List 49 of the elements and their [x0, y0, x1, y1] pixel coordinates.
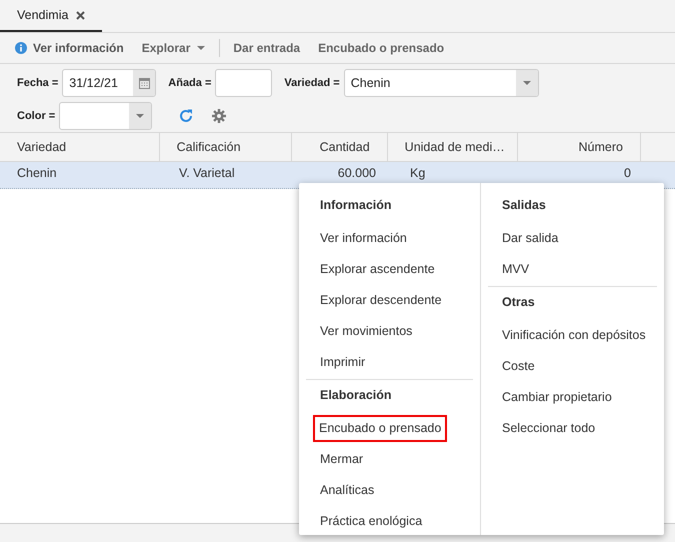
table-cell-text: 0 — [623, 165, 632, 182]
column-header[interactable]: Calificación — [160, 133, 292, 161]
info-icon — [15, 42, 27, 54]
table-cell-text: V. Varietal — [178, 165, 236, 182]
menu-item[interactable]: Imprimir — [313, 347, 473, 378]
column-header[interactable]: Número — [518, 133, 641, 161]
column-header[interactable]: Cantidad — [292, 133, 388, 161]
close-icon[interactable] — [76, 10, 86, 20]
year-field[interactable] — [215, 69, 272, 97]
settings-icon — [212, 109, 226, 123]
menu-item[interactable]: Dar salida — [495, 223, 657, 254]
menu-item[interactable]: Cambiar propietario — [495, 382, 657, 413]
menu-item[interactable]: MVV — [495, 254, 657, 285]
menu-item[interactable]: Analíticas — [313, 475, 473, 506]
menu-item[interactable]: Coste — [495, 351, 657, 382]
menu-item[interactable]: Mermar — [313, 444, 473, 475]
date-field[interactable]: 31/12/21 — [62, 69, 156, 97]
menu-heading: Otras — [501, 294, 536, 311]
menu-item[interactable]: Seleccionar todo — [495, 413, 657, 444]
menu-item[interactable]: Ver información — [313, 223, 473, 254]
toolbar-button[interactable]: Encubado o prensado — [309, 36, 454, 60]
caret-icon — [135, 113, 146, 119]
menu-item[interactable]: Ver movimientos — [313, 316, 473, 347]
caret-icon — [196, 45, 206, 51]
refresh-icon — [178, 108, 194, 124]
field-label: Fecha = — [17, 77, 58, 89]
field-label: Variedad = — [284, 77, 340, 89]
toolbar-button[interactable]: Dar entrada — [224, 36, 310, 60]
menu-heading: Salidas — [501, 197, 547, 214]
field-label: Añada = — [168, 77, 212, 89]
caret-icon — [522, 80, 532, 86]
menu-item[interactable]: Vinificación con depósitos — [495, 320, 657, 351]
menu-item[interactable]: Explorar ascendente — [313, 254, 473, 285]
field-label: Color = — [17, 110, 56, 122]
menu-item[interactable]: Práctica enológica — [313, 506, 473, 537]
column-header[interactable]: Unidad de medi… — [388, 133, 518, 161]
menu-item[interactable]: Explorar descendente — [313, 285, 473, 316]
table-cell-text: 60.000 — [336, 165, 377, 182]
menu-item[interactable]: Encubado o prensado — [313, 415, 448, 442]
explore-button[interactable]: Explorar — [132, 36, 216, 60]
calendar-icon — [138, 77, 150, 89]
menu-heading: Elaboración — [319, 387, 393, 404]
select-field[interactable] — [59, 102, 152, 130]
info-button[interactable]: Ver información — [10, 36, 133, 60]
select-field[interactable]: Chenin — [344, 69, 539, 97]
column-header[interactable]: Variedad — [0, 133, 160, 161]
menu-heading: Información — [319, 197, 393, 214]
table-cell-text: Kg — [409, 165, 426, 182]
table-cell-text: Chenin — [16, 165, 58, 182]
